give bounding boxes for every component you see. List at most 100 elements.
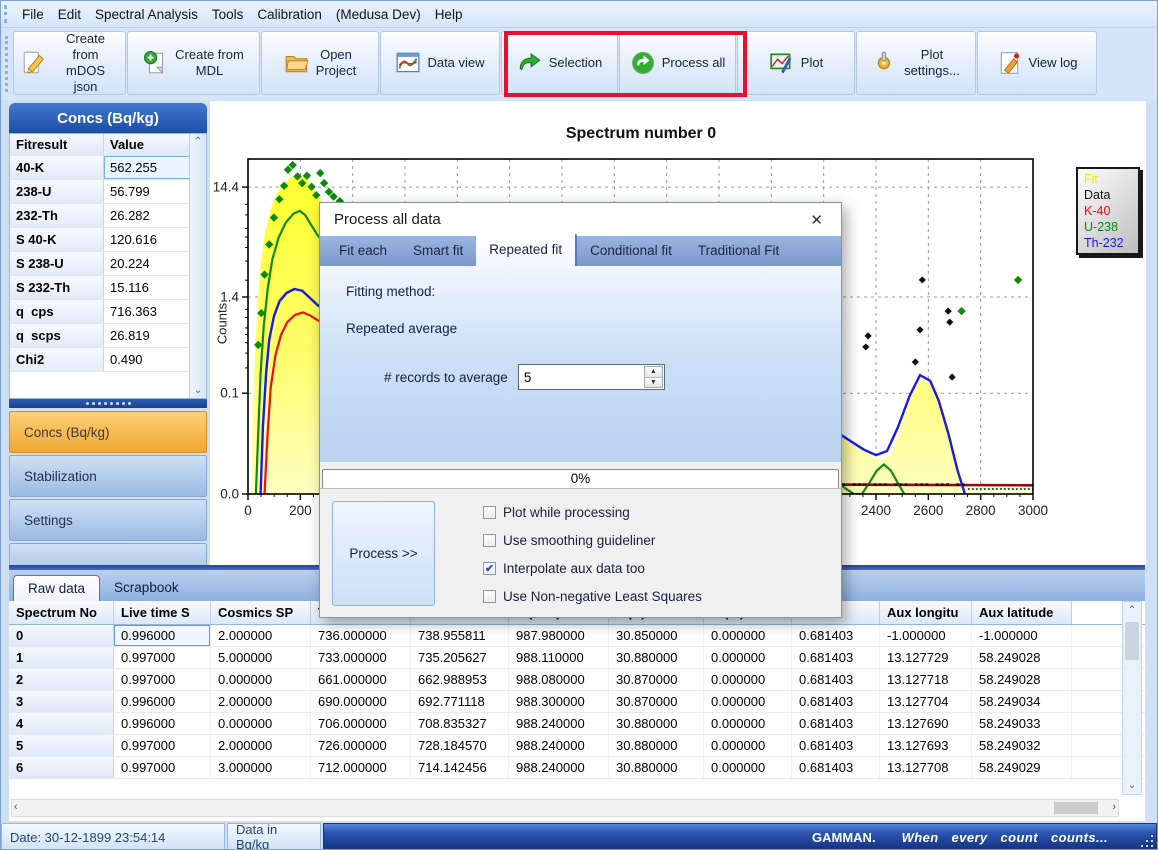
toolbar-button-create-frommdos-json[interactable]: Create from mDOS json bbox=[13, 31, 126, 95]
menu-item-edit[interactable]: Edit bbox=[51, 4, 88, 25]
menu-item-calibration[interactable]: Calibration bbox=[250, 4, 329, 25]
toolbar-button-data-view[interactable]: Data view bbox=[380, 31, 500, 95]
scroll-left-icon[interactable]: ‹ bbox=[14, 801, 18, 813]
process-button[interactable]: Process >> bbox=[332, 501, 435, 606]
sidebar-nav-settings[interactable]: Settings bbox=[9, 499, 207, 541]
data-cell: 0.000000 bbox=[704, 757, 792, 778]
checkbox-icon[interactable] bbox=[483, 534, 496, 547]
data-cell: 13.127718 bbox=[880, 669, 972, 690]
dialog-titlebar[interactable]: Process all data ✕ bbox=[320, 203, 841, 236]
dialog-tab-traditional-fit[interactable]: Traditional Fit bbox=[685, 236, 792, 266]
fitresult-name: S 232-Th bbox=[10, 276, 104, 299]
data-cell: 13.127693 bbox=[880, 735, 972, 756]
menu-item-help[interactable]: Help bbox=[428, 4, 470, 25]
scrollbar-thumb[interactable] bbox=[1125, 622, 1139, 660]
gear-icon bbox=[872, 50, 898, 76]
table-row[interactable]: 10.9970005.000000733.000000735.205627988… bbox=[9, 647, 1145, 669]
fitresult-row[interactable]: q scps26.819 bbox=[10, 324, 206, 348]
toolbar-button-plot[interactable]: Plot bbox=[737, 31, 855, 95]
scroll-down-icon[interactable]: ⌄ bbox=[1123, 780, 1141, 791]
data-cell: 0.997000 bbox=[114, 669, 211, 690]
data-cell: 0.681403 bbox=[792, 757, 880, 778]
table-horizontal-scrollbar[interactable]: ‹ › bbox=[11, 799, 1119, 817]
fitresult-value[interactable]: 56.799 bbox=[104, 180, 190, 203]
fitresult-row[interactable]: S 40-K120.616 bbox=[10, 228, 206, 252]
fitresult-value[interactable]: 0.490 bbox=[104, 348, 190, 371]
dialog-tab-repeated-fit[interactable]: Repeated fit bbox=[476, 234, 577, 266]
checkbox-icon[interactable] bbox=[483, 506, 496, 519]
table-row[interactable]: 50.9970002.000000726.000000728.184570988… bbox=[9, 735, 1145, 757]
toolbar-button-view-log[interactable]: View log bbox=[977, 31, 1097, 95]
fitresult-value[interactable]: 15.116 bbox=[104, 276, 190, 299]
option-use-smoothing-guideliner[interactable]: Use smoothing guideliner bbox=[483, 531, 655, 549]
toolbar-button-create-frommdl[interactable]: Create from MDL bbox=[127, 31, 260, 95]
table-vertical-scrollbar[interactable]: ⌃ ⌄ bbox=[1122, 601, 1142, 795]
records-spinner[interactable]: 5 ▲ ▼ bbox=[518, 364, 665, 390]
toolbar-button-openproject[interactable]: Open Project bbox=[261, 31, 379, 95]
sidebar-splitter[interactable] bbox=[9, 399, 207, 408]
fitresult-value[interactable]: 562.255 bbox=[104, 156, 190, 179]
row-header-cell: 0 bbox=[9, 625, 114, 646]
table-row[interactable]: 30.9960002.000000690.000000692.771118988… bbox=[9, 691, 1145, 713]
checkbox-checked-icon[interactable]: ✔ bbox=[483, 562, 496, 575]
fitresult-value[interactable]: 120.616 bbox=[104, 228, 190, 251]
fitresult-row[interactable]: 238-U56.799 bbox=[10, 180, 206, 204]
close-icon[interactable]: ✕ bbox=[806, 211, 827, 229]
table-row[interactable]: 40.9960000.000000706.000000708.835327988… bbox=[9, 713, 1145, 735]
scroll-up-icon[interactable]: ⌃ bbox=[190, 136, 206, 147]
fitresult-row[interactable]: 232-Th26.282 bbox=[10, 204, 206, 228]
table-row[interactable]: 60.9970003.000000712.000000714.142456988… bbox=[9, 757, 1145, 779]
dialog-tab-fit-each[interactable]: Fit each bbox=[326, 236, 400, 266]
column-header-cosmics-sp[interactable]: Cosmics SP bbox=[211, 601, 311, 624]
sidebar-nav-stabilization[interactable]: Stabilization bbox=[9, 455, 207, 497]
table-row[interactable]: 20.9970000.000000661.000000662.988953988… bbox=[9, 669, 1145, 691]
fitresult-row[interactable]: q cps716.363 bbox=[10, 300, 206, 324]
spin-down-icon[interactable]: ▼ bbox=[645, 378, 662, 388]
fitresult-value[interactable]: 716.363 bbox=[104, 300, 190, 323]
toolbar-button-selection[interactable]: Selection bbox=[501, 31, 618, 95]
scrollbar-thumb[interactable] bbox=[1054, 802, 1098, 814]
menu-item-medusa-dev[interactable]: (Medusa Dev) bbox=[329, 4, 428, 25]
data-cell: 736.000000 bbox=[311, 625, 411, 646]
dialog-tab-conditional-fit[interactable]: Conditional fit bbox=[577, 236, 685, 266]
column-header-aux-longitu[interactable]: Aux longitu bbox=[880, 601, 972, 624]
data-cell: 988.240000 bbox=[509, 713, 609, 734]
menu-item-spectral-analysis[interactable]: Spectral Analysis bbox=[88, 4, 205, 25]
toolbar-button-label: Data view bbox=[427, 55, 484, 71]
toolbar-button-plotsettings[interactable]: Plot settings... bbox=[856, 31, 976, 95]
fitresult-row[interactable]: Chi20.490 bbox=[10, 348, 206, 372]
scroll-down-icon[interactable]: ⌄ bbox=[190, 385, 206, 396]
resize-grip-icon[interactable] bbox=[1141, 835, 1153, 847]
table-row[interactable]: 00.9960002.000000736.000000738.955811987… bbox=[9, 625, 1145, 647]
tab-raw-data[interactable]: Raw data bbox=[13, 575, 100, 601]
fitresult-value[interactable]: 26.282 bbox=[104, 204, 190, 227]
column-header-live-time-s[interactable]: Live time S bbox=[114, 601, 211, 624]
scroll-right-icon[interactable]: › bbox=[1112, 801, 1116, 813]
menu-item-file[interactable]: File bbox=[15, 4, 51, 25]
fitresult-col-header[interactable]: Fitresult bbox=[10, 134, 104, 155]
fitresult-value[interactable]: 26.819 bbox=[104, 324, 190, 347]
option-use-non-negative-least-squares[interactable]: Use Non-negative Least Squares bbox=[483, 587, 702, 605]
fitresult-value[interactable]: 20.224 bbox=[104, 252, 190, 275]
scroll-up-icon[interactable]: ⌃ bbox=[1123, 605, 1141, 616]
dialog-tab-smart-fit[interactable]: Smart fit bbox=[400, 236, 476, 266]
option-interpolate-aux-data-too[interactable]: ✔Interpolate aux data too bbox=[483, 559, 645, 577]
option-plot-while-processing[interactable]: Plot while processing bbox=[483, 503, 630, 521]
column-header-spectrum-no[interactable]: Spectrum No bbox=[9, 601, 114, 624]
data-cell: 13.127704 bbox=[880, 691, 972, 712]
fitresult-row[interactable]: 40-K562.255 bbox=[10, 156, 206, 180]
checkbox-icon[interactable] bbox=[483, 590, 496, 603]
sidebar-nav-concs-bq-kg[interactable]: Concs (Bq/kg) bbox=[9, 411, 207, 453]
toolbar-button-label: Plot settings... bbox=[904, 47, 960, 80]
fitresult-scrollbar[interactable]: ⌃ ⌄ bbox=[189, 134, 206, 398]
fitresult-col-header[interactable]: Value bbox=[104, 134, 190, 155]
fitresult-row[interactable]: S 238-U20.224 bbox=[10, 252, 206, 276]
fitresult-row[interactable]: S 232-Th15.116 bbox=[10, 276, 206, 300]
records-value[interactable]: 5 bbox=[519, 370, 644, 385]
row-header-cell: 4 bbox=[9, 713, 114, 734]
menu-item-tools[interactable]: Tools bbox=[205, 4, 251, 25]
tab-scrapbook[interactable]: Scrapbook bbox=[100, 575, 193, 601]
column-header-aux-latitude[interactable]: Aux latitude bbox=[972, 601, 1072, 624]
spin-up-icon[interactable]: ▲ bbox=[645, 367, 662, 378]
toolbar-button-process-all[interactable]: Process all bbox=[619, 31, 736, 95]
